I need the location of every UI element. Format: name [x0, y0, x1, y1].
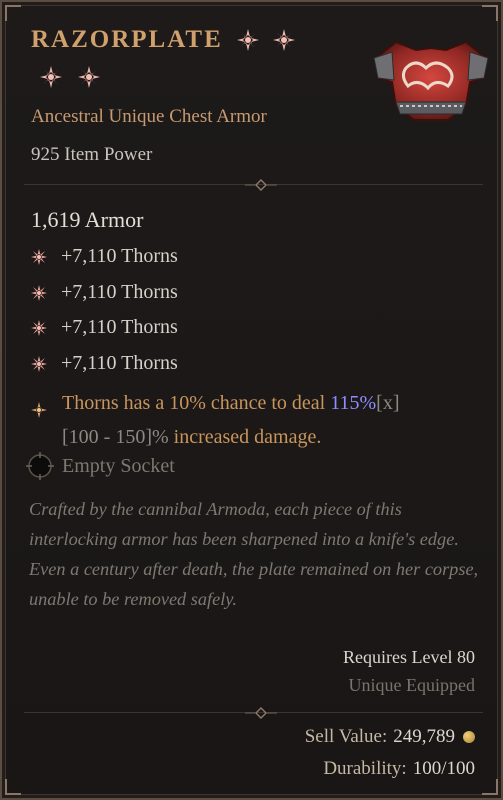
durability-label: Durability: [323, 758, 407, 779]
sell-value-row: Sell Value: 249,789 [305, 726, 475, 748]
affix-text: +7,110 Thorns [61, 281, 178, 303]
empty-socket-icon [26, 452, 54, 480]
item-type: Ancestral Unique Chest Armor [31, 106, 267, 127]
frame-corner [482, 5, 498, 21]
star-burst-icon [40, 66, 62, 88]
armor-value: 1,619 Armor [31, 207, 144, 232]
item-power: 925 Item Power [31, 144, 153, 165]
title-row-2 [40, 66, 116, 88]
frame-corner [5, 5, 21, 21]
item-name: RAZORPLATE [31, 26, 223, 53]
affix-star-icon [31, 355, 47, 372]
durability-value: 100/100 [412, 758, 475, 779]
affix-star-icon [31, 248, 47, 265]
frame-corner [5, 779, 21, 795]
star-burst-icon [272, 29, 295, 51]
affix-row: +7,110 Thorns [31, 316, 178, 339]
affix-star-icon [31, 284, 47, 301]
item-tooltip: RAZORPLATE Ancestral Unique Chest Armor … [0, 0, 503, 800]
star-burst-icon [236, 29, 259, 51]
gold-coin-icon [463, 731, 475, 743]
chest-armor-image [366, 28, 496, 128]
affix-row: +7,110 Thorns [31, 245, 178, 268]
title-row: RAZORPLATE [31, 26, 295, 54]
sell-label: Sell Value: [304, 726, 388, 747]
value-marker: [x] [376, 392, 400, 414]
frame-corner [482, 779, 498, 795]
socket-label: Empty Socket [62, 454, 175, 477]
value-range: [100 - 150]% [62, 426, 169, 448]
affix-text: +7,110 Thorns [61, 245, 178, 267]
affix-row: +7,110 Thorns [31, 352, 178, 375]
affix-text: +7,110 Thorns [61, 316, 178, 338]
unique-power-text-end: increased damage. [168, 426, 322, 448]
sell-value: 249,789 [393, 726, 455, 747]
durability-row: Durability: 100/100 [323, 758, 475, 780]
unique-power-text: Thorns has a 10% chance to deal [62, 392, 331, 414]
unique-star-icon [31, 395, 47, 418]
socket-row: Empty Socket [26, 452, 175, 480]
affix-star-icon [31, 319, 47, 336]
unique-power-value: 115% [330, 392, 377, 414]
flavor-text: Crafted by the cannibal Armoda, each pie… [29, 499, 479, 609]
section-divider [24, 178, 483, 192]
section-divider [24, 706, 483, 720]
requires-level: Requires Level 80 [343, 647, 475, 667]
unique-equipped: Unique Equipped [348, 675, 475, 695]
unique-power: Thorns has a 10% chance to deal 115%[x] … [31, 386, 481, 454]
affix-text: +7,110 Thorns [61, 352, 178, 374]
affix-row: +7,110 Thorns [31, 281, 178, 304]
star-burst-icon [78, 66, 100, 88]
